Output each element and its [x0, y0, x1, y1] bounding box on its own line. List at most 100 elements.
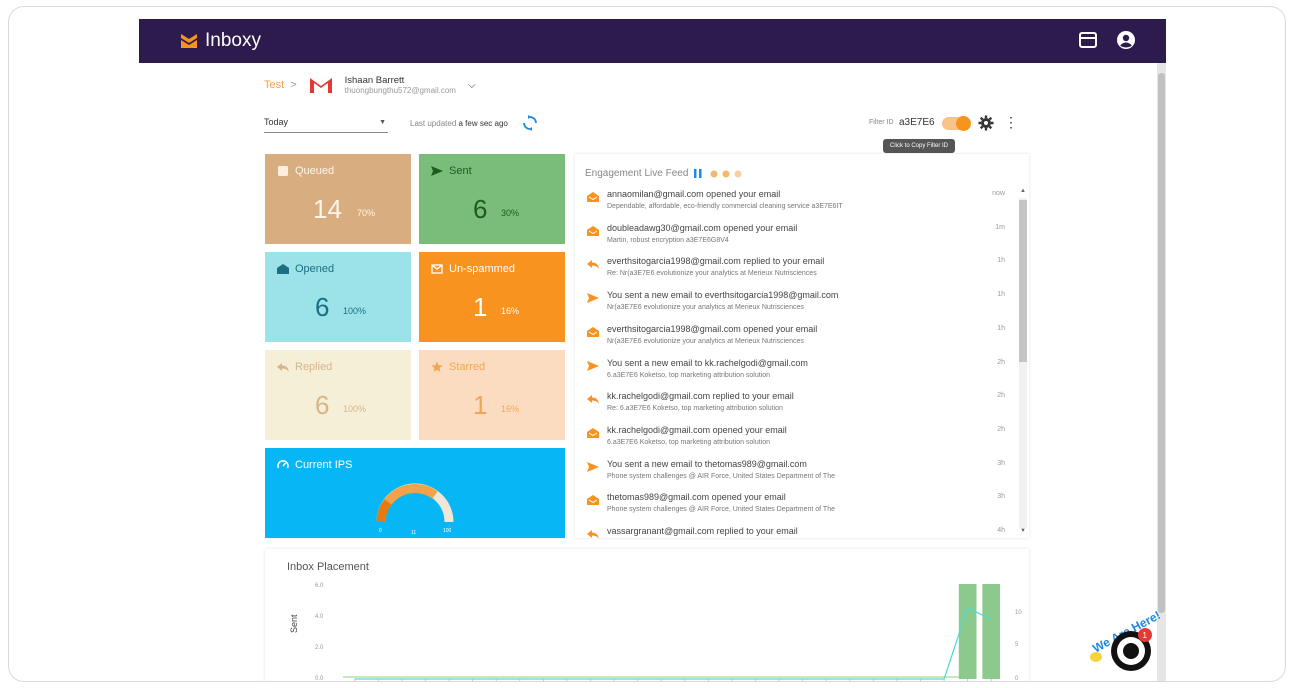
trend-line [354, 606, 992, 680]
feed-item[interactable]: annaomilan@gmail.com opened your email De… [575, 184, 1013, 218]
ips-gauge: 0 11 100 [376, 483, 454, 536]
stat-value: 6 [315, 292, 330, 322]
chevron-down-icon[interactable]: ⌵ [468, 80, 476, 91]
send-icon [587, 461, 599, 472]
account-name: Ishaan Barrett [344, 75, 405, 86]
stat-card-opened[interactable]: Opened 6 100% [265, 252, 411, 342]
feed-item-subject: Martin, robust encryption a3E7E6G8V4 [607, 236, 729, 244]
chat-widget[interactable]: We Are Here! 1 [1089, 605, 1171, 677]
date-range-value: Today [264, 117, 289, 127]
stat-card-unspammed[interactable]: Un-spammed 1 16% [419, 252, 565, 342]
app-name: Inboxy [205, 30, 261, 51]
stat-percent: 100% [343, 306, 367, 316]
feed-item-subject: 6.a3E7E6 Koketso, top marketing attribut… [607, 371, 771, 379]
feed-item-text: You sent a new email to kk.rachelgodi@gm… [607, 357, 808, 368]
unspam-mail-icon [431, 264, 443, 274]
gmail-icon [309, 78, 332, 93]
feed-item[interactable]: You sent a new email to kk.rachelgodi@gm… [575, 353, 1013, 387]
filter-row: Today ▼ Last updated a few sec ago Filte… [264, 115, 1024, 137]
stat-card-queued[interactable]: Queued 14 70% [265, 154, 411, 244]
chat-badge: 1 [1143, 631, 1148, 640]
open-envelope-icon [587, 192, 599, 202]
feed-item[interactable]: You sent a new email to everthsitogarcia… [575, 285, 1013, 319]
y-tick-label: 0.0 [315, 676, 324, 682]
speedometer-icon [277, 460, 289, 469]
page-scrollbar[interactable] [1157, 63, 1166, 681]
feed-item-text: kk.rachelgodi@gmail.com replied to your … [607, 391, 794, 402]
feed-item-text: annaomilan@gmail.com opened your email [607, 189, 781, 199]
stat-percent: 30% [501, 208, 520, 218]
stat-card-sent[interactable]: Sent 6 30% [419, 154, 565, 244]
star-icon [431, 361, 443, 372]
stat-value: 6 [315, 390, 330, 420]
stat-card-replied[interactable]: Replied 6 100% [265, 350, 411, 440]
feed-item-time: 1m [995, 223, 1005, 231]
send-icon [587, 360, 599, 371]
open-envelope-icon [587, 495, 599, 506]
breadcrumb: Test > Ishaan Barrett thuongbungthu572@g… [264, 75, 476, 95]
send-icon [587, 293, 599, 304]
feed-item-text: vassargranant@gmail.com replied to your … [607, 526, 798, 536]
feed-item-time: 1h [997, 291, 1005, 299]
feed-item[interactable]: doubleadawg30@gmail.com opened your emai… [575, 218, 1013, 252]
open-envelope-icon [587, 427, 599, 438]
feed-item[interactable]: everthsitogarcia1998@gmail.com replied t… [575, 251, 1013, 285]
feed-item[interactable]: everthsitogarcia1998@gmail.com opened yo… [575, 319, 1013, 353]
bar [958, 584, 977, 679]
refresh-icon[interactable] [522, 115, 538, 131]
account-email: thuongbungthu572@gmail.com [344, 86, 456, 95]
feed-item-text: kk.rachelgodi@gmail.com opened your emai… [607, 424, 787, 435]
feed-item[interactable]: thetomas989@gmail.com opened your email P… [575, 487, 1013, 521]
inboxy-logo-icon [181, 34, 197, 48]
filter-toggle[interactable] [942, 116, 971, 131]
gauge-min: 0 [379, 528, 382, 534]
feed-item-subject: Dependable, affordable, eco-friendly com… [607, 203, 843, 210]
y2-tick-label: 5 [1015, 642, 1019, 648]
dashboard: Test > Ishaan Barrett thuongbungthu572@g… [139, 63, 1157, 682]
stat-card-current-ips[interactable]: Current IPS 0 11 100 [265, 448, 565, 538]
account-icon[interactable] [1116, 30, 1136, 50]
feed-item[interactable]: kk.rachelgodi@gmail.com replied to your … [575, 386, 1013, 420]
stat-label: Replied [295, 361, 333, 373]
queue-icon [278, 166, 288, 176]
feed-item[interactable]: vassargranant@gmail.com replied to your … [575, 521, 1013, 538]
stat-label: Un-spammed [449, 263, 516, 275]
feed-item[interactable]: kk.rachelgodi@gmail.com opened your emai… [575, 420, 1013, 454]
y-axis-label: Sent [289, 614, 299, 633]
inbox-placement-chart: Inbox Placement Sent 6.0 4.0 2.0 0.0 10 5 0 [265, 549, 1029, 682]
feed-item-time: 2h [997, 392, 1005, 400]
filter-id-value[interactable]: a3E7E6 [899, 117, 935, 128]
stat-percent: 70% [357, 208, 376, 218]
feed-item-subject: Phone system challenges @ AIR Force, Uni… [607, 472, 835, 480]
feed-item-subject: Nr(a3E7E6 evolutionize your analytics at… [607, 337, 804, 345]
gear-icon[interactable] [978, 115, 994, 131]
pause-icon[interactable] [694, 169, 702, 178]
feed-item-subject: Re: 6.a3E7E6 Koketso, top marketing attr… [607, 405, 783, 413]
feed-item[interactable]: You sent a new email to thetomas989@gmai… [575, 454, 1013, 488]
stat-label: Queued [295, 165, 335, 177]
feed-item-text: thetomas989@gmail.com opened your email [607, 492, 786, 503]
billing-card-icon[interactable] [1078, 30, 1098, 50]
account-switcher[interactable]: Ishaan Barrett thuongbungthu572@gmail.co… [345, 75, 456, 95]
scroll-up-icon[interactable]: ▲ [1020, 188, 1026, 194]
feed-scrollbar[interactable]: ▲ ▼ [1017, 188, 1027, 536]
stat-percent: 100% [343, 404, 367, 414]
feed-item-time: 2h [997, 425, 1005, 433]
more-menu-icon[interactable]: ⋮ [1004, 115, 1018, 129]
y-tick-label: 4.0 [315, 614, 324, 620]
feed-list: annaomilan@gmail.com opened your email De… [575, 184, 1013, 538]
feed-item-subject: Nr(a3E7E6 evolutionize your analytics at… [607, 304, 804, 312]
open-envelope-icon [587, 326, 599, 337]
feed-scroll-thumb[interactable] [1019, 200, 1027, 362]
logo[interactable]: Inboxy [181, 30, 261, 52]
caret-down-icon: ▼ [379, 119, 386, 126]
stat-value: 6 [473, 194, 488, 224]
breadcrumb-link[interactable]: Test [264, 79, 284, 91]
page-scroll-thumb[interactable] [1158, 73, 1165, 613]
scroll-down-icon[interactable]: ▼ [1020, 528, 1026, 534]
bar [982, 584, 1001, 679]
date-range-select[interactable]: Today ▼ [264, 115, 388, 133]
stat-card-starred[interactable]: Starred 1 16% [419, 350, 565, 440]
feed-item-text: doubleadawg30@gmail.com opened your emai… [607, 222, 798, 233]
live-dots-icon [710, 170, 742, 177]
